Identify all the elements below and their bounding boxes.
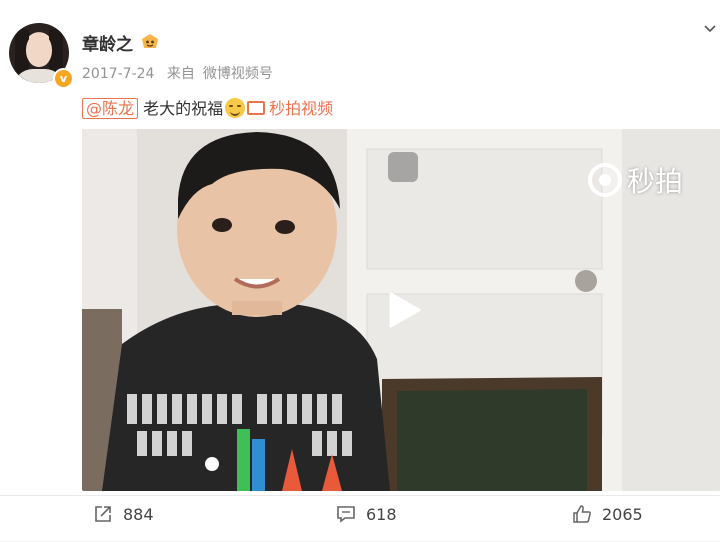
post-meta: 2017-7-24 来自 微博视频号 <box>82 63 281 83</box>
verified-badge-icon: v <box>53 68 74 89</box>
mention-link[interactable]: @陈龙 <box>82 98 139 119</box>
miaopai-logo-icon <box>588 163 622 197</box>
post-date[interactable]: 2017-7-24 <box>82 66 154 82</box>
play-icon[interactable] <box>385 290 425 330</box>
share-icon <box>95 506 111 522</box>
post-content: @陈龙 老大的祝福 秒拍视频 <box>82 95 333 119</box>
thumbs-up-icon <box>573 505 591 523</box>
video-camera-icon <box>247 101 266 115</box>
like-count: 2065 <box>602 504 643 524</box>
comment-count: 618 <box>366 504 397 524</box>
avatar-face <box>26 33 52 67</box>
action-bar: 884 618 2065 <box>0 495 720 542</box>
video-link-label: 秒拍视频 <box>269 99 334 118</box>
post-text: 老大的祝福 <box>143 99 224 118</box>
video-watermark: 秒拍 <box>587 160 683 200</box>
source-prefix: 来自 <box>166 66 195 82</box>
share-button[interactable]: 884 <box>93 504 154 524</box>
chevron-down-icon[interactable] <box>703 22 717 36</box>
comment-button[interactable]: 618 <box>336 504 397 524</box>
share-count: 884 <box>123 504 154 524</box>
watermark-text: 秒拍 <box>627 165 684 198</box>
video-control-pill[interactable] <box>388 152 418 182</box>
weibo-post-card: v 章龄之 2017-7-24 来自微博视频号 @陈龙 老大的祝福 秒拍视频 <box>0 0 720 541</box>
video-link[interactable]: 秒拍视频 <box>247 99 333 118</box>
username[interactable]: 章龄之 <box>82 30 133 55</box>
smile-emoji-icon <box>225 98 246 118</box>
member-badge-icon[interactable] <box>140 32 160 50</box>
comment-icon <box>337 506 355 523</box>
source-link[interactable]: 微博视频号 <box>203 66 273 82</box>
like-button[interactable]: 2065 <box>572 504 643 524</box>
